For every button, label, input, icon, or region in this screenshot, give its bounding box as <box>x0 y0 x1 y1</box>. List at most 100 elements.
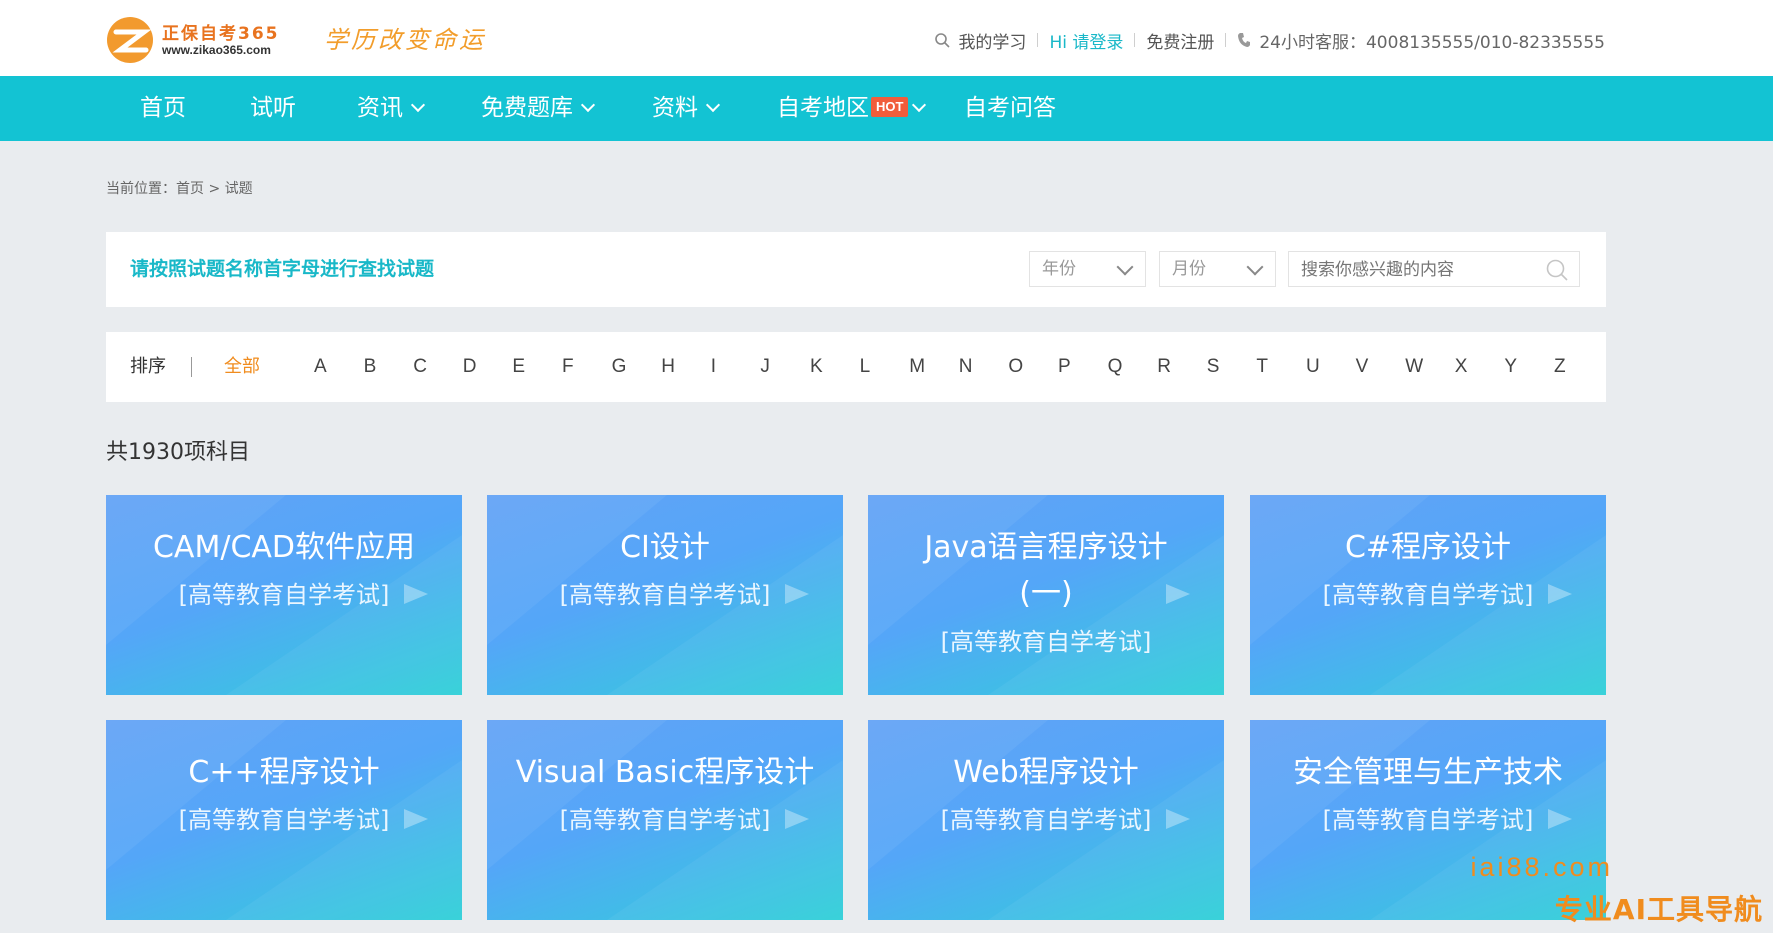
subject-card[interactable]: 安全管理与生产技术 [高等教育自学考试] <box>1250 720 1606 920</box>
breadcrumb-current: 试题 <box>224 181 253 197</box>
top-header: 正保自考365 www.zikao365.com 学历改变命运 我的学习 Hi … <box>0 0 1773 76</box>
breadcrumb-home-link[interactable]: 首页 <box>176 181 204 197</box>
nav-label: 自考问答 <box>964 95 1056 121</box>
letter-filter[interactable]: E <box>512 332 525 402</box>
month-select-value: 月份 <box>1172 259 1206 279</box>
letter-filter[interactable]: I <box>711 332 716 402</box>
nav-item-trial[interactable]: 试听 <box>250 76 296 141</box>
year-select[interactable]: 年份 <box>1029 251 1146 287</box>
card-title: C#程序设计 <box>1344 530 1512 565</box>
my-study-link[interactable]: 我的学习 <box>958 28 1026 53</box>
subject-card[interactable]: Visual Basic程序设计 [高等教育自学考试] <box>487 720 843 920</box>
search-icon[interactable] <box>1545 258 1569 286</box>
letter-index: 排序 全部 ABCDEFGHIJKLMNOPQRSTUVWXYZ <box>106 332 1606 402</box>
subject-count: 共1930项科目 <box>106 440 250 465</box>
letter-filter[interactable]: O <box>1008 332 1023 402</box>
nav-item-question-bank[interactable]: 免费题库 <box>481 76 596 141</box>
main-nav: 首页 试听 资讯 免费题库 资料 自考地区 HOT 自考问答 <box>0 76 1773 141</box>
year-select-value: 年份 <box>1042 259 1076 279</box>
letter-filter[interactable]: U <box>1306 332 1320 402</box>
divider <box>1037 33 1039 47</box>
subject-card[interactable]: CI设计 [高等教育自学考试] <box>487 495 843 695</box>
month-select[interactable]: 月份 <box>1159 251 1276 287</box>
nav-item-qa[interactable]: 自考问答 <box>964 76 1056 141</box>
letter-filter[interactable]: R <box>1157 332 1171 402</box>
breadcrumb-prefix: 当前位置： <box>106 181 176 197</box>
card-title: 安全管理与生产技术 <box>1293 755 1563 790</box>
nav-item-home[interactable]: 首页 <box>140 76 186 141</box>
subject-card[interactable]: C++程序设计 [高等教育自学考试] <box>106 720 462 920</box>
subject-card[interactable]: C#程序设计 [高等教育自学考试] <box>1250 495 1606 695</box>
breadcrumb: 当前位置：首页 > 试题 <box>106 178 253 198</box>
nav-item-regions[interactable]: 自考地区 HOT <box>777 76 927 141</box>
watermark-domain: iai88.com <box>1470 852 1613 882</box>
letter-filter[interactable]: V <box>1356 332 1369 402</box>
filter-title: 请按照试题名称首字母进行查找试题 <box>130 258 435 280</box>
chevron-down-icon <box>410 97 426 113</box>
arrow-right-icon <box>404 809 428 829</box>
divider <box>1134 33 1136 47</box>
letter-filter[interactable]: X <box>1455 332 1468 402</box>
nav-label: 试听 <box>250 95 296 121</box>
letter-filter[interactable]: F <box>562 332 574 402</box>
letter-filter[interactable]: C <box>413 332 427 402</box>
register-link[interactable]: 免费注册 <box>1146 28 1214 53</box>
letter-filter[interactable]: A <box>314 332 327 402</box>
chevron-down-icon <box>705 97 721 113</box>
letter-all[interactable]: 全部 <box>224 332 260 402</box>
letter-filter[interactable]: Z <box>1554 332 1566 402</box>
phone-icon <box>1237 32 1251 48</box>
nav-label: 资料 <box>652 95 698 121</box>
letter-filter[interactable]: T <box>1256 332 1268 402</box>
card-title: Web程序设计 <box>953 755 1139 790</box>
letter-filter[interactable]: K <box>810 332 823 402</box>
subject-card[interactable]: Java语言程序设计 (一) [高等教育自学考试] <box>868 495 1224 695</box>
arrow-right-icon <box>785 584 809 604</box>
letter-filter[interactable]: L <box>860 332 871 402</box>
nav-label: 资讯 <box>357 95 403 121</box>
subject-card[interactable]: Web程序设计 [高等教育自学考试] <box>868 720 1224 920</box>
nav-item-news[interactable]: 资讯 <box>357 76 426 141</box>
search-icon[interactable] <box>934 32 951 48</box>
letter-filter[interactable]: W <box>1405 332 1423 402</box>
logo-url: www.zikao365.com <box>162 43 271 57</box>
nav-label: 自考地区 <box>777 95 869 121</box>
search-input[interactable] <box>1299 252 1543 288</box>
letter-filter[interactable]: P <box>1058 332 1071 402</box>
hotline-text: 24小时客服：4008135555/010-82335555 <box>1259 32 1605 53</box>
card-title: Visual Basic程序设计 <box>515 755 815 790</box>
arrow-right-icon <box>404 584 428 604</box>
hot-badge: HOT <box>871 97 909 117</box>
top-links: 我的学习 Hi 请登录 免费注册 24小时客服：4008135555/010-8… <box>934 28 1605 53</box>
letter-filter[interactable]: N <box>959 332 973 402</box>
card-title: Java语言程序设计 <box>924 530 1168 565</box>
letter-filter[interactable]: B <box>364 332 377 402</box>
slogan: 学历改变命运 <box>324 26 486 54</box>
card-title: C++程序设计 <box>188 755 380 790</box>
subject-card[interactable]: CAM/CAD软件应用 [高等教育自学考试] <box>106 495 462 695</box>
watermark-tagline: 专业AI工具导航 <box>1554 893 1763 926</box>
card-subtitle: [高等教育自学考试] <box>940 628 1152 656</box>
divider <box>191 357 192 377</box>
arrow-right-icon <box>1166 584 1190 604</box>
breadcrumb-separator: > <box>204 181 225 197</box>
letter-filter[interactable]: D <box>463 332 477 402</box>
letter-filter[interactable]: G <box>612 332 627 402</box>
letter-filter[interactable]: M <box>909 332 925 402</box>
login-link[interactable]: Hi 请登录 <box>1049 28 1123 53</box>
search-box <box>1288 251 1580 288</box>
filter-panel: 请按照试题名称首字母进行查找试题 年份 月份 <box>106 232 1606 307</box>
nav-item-materials[interactable]: 资料 <box>652 76 721 141</box>
site-logo[interactable]: 正保自考365 www.zikao365.com <box>106 16 296 64</box>
letter-filter[interactable]: S <box>1207 332 1220 402</box>
letter-filter[interactable]: H <box>661 332 675 402</box>
letter-filter[interactable]: Y <box>1504 332 1517 402</box>
letter-filter[interactable]: J <box>760 332 770 402</box>
chevron-down-icon <box>1246 258 1264 276</box>
logo-name: 正保自考365 <box>162 24 280 44</box>
nav-label: 首页 <box>140 95 186 121</box>
divider <box>1225 33 1227 47</box>
card-title: CAM/CAD软件应用 <box>152 530 416 565</box>
arrow-right-icon <box>1166 809 1190 829</box>
letter-filter[interactable]: Q <box>1108 332 1123 402</box>
